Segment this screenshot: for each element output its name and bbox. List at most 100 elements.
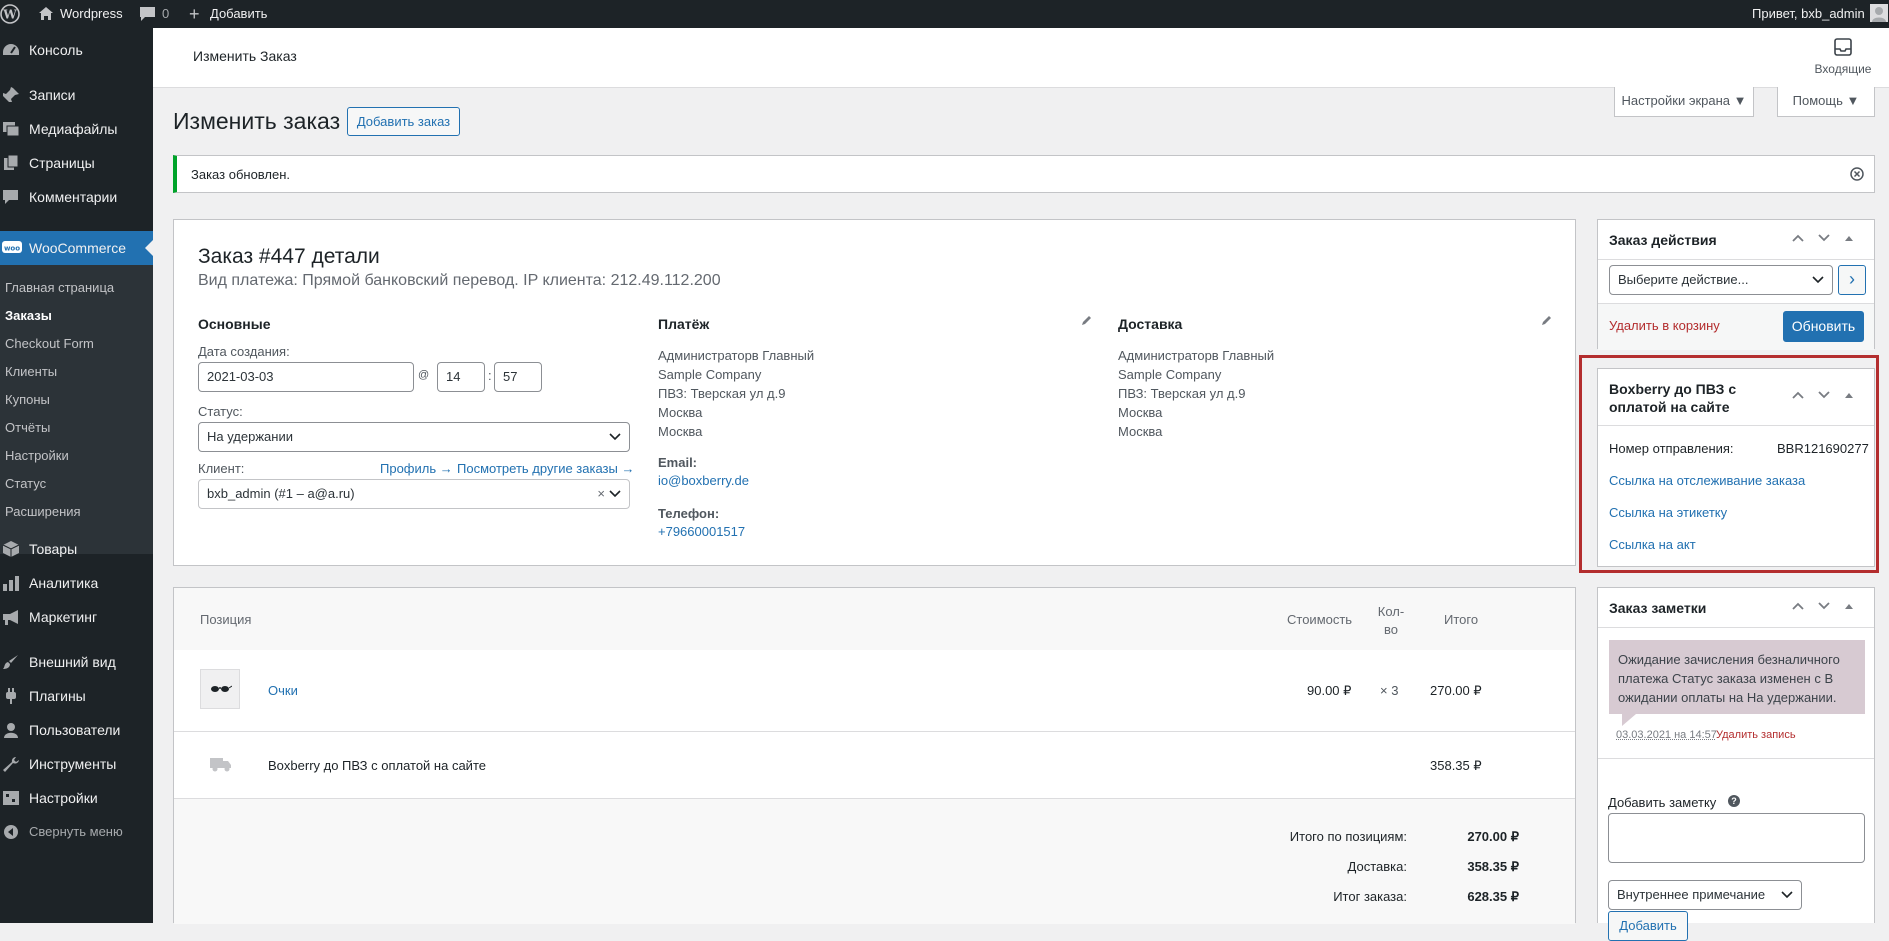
col-cost: Стоимость: [1287, 612, 1352, 627]
clear-client-icon[interactable]: ×: [597, 480, 605, 508]
menu-console[interactable]: Консоль: [0, 33, 153, 67]
order-total-value: 628.35 ₽: [1424, 889, 1519, 905]
chevron-up-icon[interactable]: [1791, 601, 1805, 611]
minute-input[interactable]: 57: [494, 362, 542, 392]
update-button[interactable]: Обновить: [1783, 311, 1864, 342]
wordpress-logo-icon[interactable]: W: [0, 4, 20, 24]
menu-appearance[interactable]: Внешний вид: [0, 645, 153, 679]
menu-posts[interactable]: Записи: [0, 78, 153, 112]
menu-comments[interactable]: Комментарии: [0, 180, 153, 214]
submenu-status[interactable]: Статус: [5, 472, 46, 496]
menu-analytics[interactable]: Аналитика: [0, 566, 153, 600]
chevron-down-icon: [609, 433, 621, 441]
client-select[interactable]: bxb_admin (#1 – a@a.ru) ×: [198, 479, 630, 509]
act-link[interactable]: Ссылка на акт: [1609, 537, 1696, 552]
note-type-select[interactable]: Внутреннее примечание: [1608, 880, 1802, 910]
menu-users[interactable]: Пользователи: [0, 713, 153, 747]
other-orders-link[interactable]: Посмотреть другие заказы →: [457, 461, 634, 476]
edit-billing-pencil-icon[interactable]: [1080, 315, 1092, 327]
product-link[interactable]: Очки: [268, 683, 298, 698]
status-select[interactable]: На удержании: [198, 422, 630, 452]
chevron-down-icon[interactable]: [1817, 390, 1831, 400]
toggle-arrow-icon[interactable]: [1844, 234, 1854, 242]
chevron-down-icon[interactable]: [1817, 233, 1831, 243]
note-textarea[interactable]: [1608, 813, 1865, 863]
box-divider: [1598, 259, 1874, 260]
date-label: Дата создания:: [198, 344, 290, 359]
shipping-total: 358.35 ₽: [1430, 758, 1482, 774]
user-greeting[interactable]: Привет, bxb_admin: [1752, 0, 1865, 28]
submenu-settings[interactable]: Настройки: [5, 444, 69, 468]
toggle-arrow-icon[interactable]: [1844, 391, 1854, 399]
submenu-coupons[interactable]: Купоны: [5, 388, 50, 412]
add-order-button[interactable]: Добавить заказ: [347, 107, 460, 136]
billing-address: Администраторв Главный Sample Company ПВ…: [658, 346, 814, 441]
submenu-extensions[interactable]: Расширения: [5, 500, 81, 524]
dismiss-icon[interactable]: [1850, 167, 1864, 181]
menu-pages[interactable]: Страницы: [0, 146, 153, 180]
screen-options-button[interactable]: Настройки экрана ▼: [1614, 87, 1754, 117]
woocommerce-submenu: Главная страница Заказы Checkout Form Кл…: [0, 265, 153, 554]
product-thumbnail[interactable]: [200, 669, 240, 709]
submenu-orders[interactable]: Заказы: [5, 304, 52, 328]
profile-link[interactable]: Профиль →: [380, 461, 453, 476]
megaphone-icon: [2, 609, 20, 625]
actions-title: Заказ действия: [1609, 232, 1717, 248]
comment-icon[interactable]: [139, 6, 156, 22]
menu-woocommerce[interactable]: woo WooCommerce: [0, 231, 153, 265]
note-content: Ожидание зачисления безналичного платежа…: [1609, 640, 1865, 714]
col-qty: Кол-во: [1372, 603, 1410, 639]
email-link[interactable]: io@boxberry.de: [658, 473, 749, 488]
truck-icon: [210, 756, 232, 772]
menu-settings[interactable]: Настройки: [0, 781, 153, 815]
wc-header: Изменить Заказ Входящие: [153, 28, 1889, 88]
toggle-arrow-icon[interactable]: [1844, 602, 1854, 610]
add-new-link[interactable]: Добавить: [210, 0, 267, 28]
submenu-reports[interactable]: Отчёты: [5, 416, 50, 440]
add-note-button[interactable]: Добавить: [1608, 911, 1688, 941]
tracking-number: BBR121690277: [1777, 441, 1869, 456]
submenu-checkout-form[interactable]: Checkout Form: [5, 332, 94, 356]
avatar[interactable]: [1870, 4, 1888, 22]
menu-plugins[interactable]: Плагины: [0, 679, 153, 713]
menu-marketing[interactable]: Маркетинг: [0, 600, 153, 634]
comments-icon: [2, 189, 20, 205]
delete-note-link[interactable]: Удалить запись: [1716, 729, 1796, 741]
site-name-link[interactable]: Wordpress: [60, 0, 123, 28]
add-note-label: Добавить заметку: [1608, 795, 1716, 810]
edit-shipping-pencil-icon[interactable]: [1540, 315, 1552, 327]
label-link[interactable]: Ссылка на этикетку: [1609, 505, 1727, 520]
submenu-home[interactable]: Главная страница: [5, 276, 114, 300]
inbox-button[interactable]: Входящие: [1803, 37, 1883, 81]
order-notes-box: Заказ заметки Ожидание зачисления безнал…: [1597, 587, 1875, 923]
collapse-menu-button[interactable]: Свернуть меню: [0, 815, 153, 849]
date-input[interactable]: 2021-03-03: [198, 362, 414, 392]
phone-link[interactable]: +79660001517: [658, 524, 745, 539]
current-menu-arrow: [145, 240, 153, 256]
boxberry-title-line1: Boxberry до ПВЗ с: [1609, 380, 1736, 398]
move-to-trash-link[interactable]: Удалить в корзину: [1609, 318, 1720, 333]
chevron-up-icon[interactable]: [1791, 233, 1805, 243]
tracking-link[interactable]: Ссылка на отслеживание заказа: [1609, 473, 1805, 488]
home-icon: [38, 6, 54, 21]
general-title: Основные: [198, 316, 271, 332]
svg-text:W: W: [2, 8, 17, 22]
col-total: Итого: [1444, 612, 1478, 627]
apply-action-button[interactable]: ›: [1838, 265, 1866, 295]
chevron-up-icon[interactable]: [1791, 390, 1805, 400]
order-action-select[interactable]: Выберите действие...: [1609, 265, 1833, 295]
menu-tools[interactable]: Инструменты: [0, 747, 153, 781]
subtotal-value: 270.00 ₽: [1424, 829, 1519, 845]
menu-media[interactable]: Медиафайлы: [0, 112, 153, 146]
chevron-down-icon[interactable]: [1817, 601, 1831, 611]
hour-input[interactable]: 14: [437, 362, 485, 392]
tracking-label: Номер отправления:: [1609, 441, 1734, 456]
table-row: Очки 90.00 ₽ × 3 270.00 ₽: [174, 650, 1575, 731]
shipping-line-row: Boxberry до ПВЗ с оплатой на сайте 358.3…: [174, 732, 1575, 798]
submenu-customers[interactable]: Клиенты: [5, 360, 57, 384]
menu-products[interactable]: Товары: [0, 532, 153, 566]
user-icon: [2, 722, 20, 738]
shipping-value: 358.35 ₽: [1424, 859, 1519, 875]
help-button[interactable]: Помощь ▼: [1777, 87, 1875, 117]
help-tip-icon[interactable]: ?: [1728, 795, 1740, 807]
